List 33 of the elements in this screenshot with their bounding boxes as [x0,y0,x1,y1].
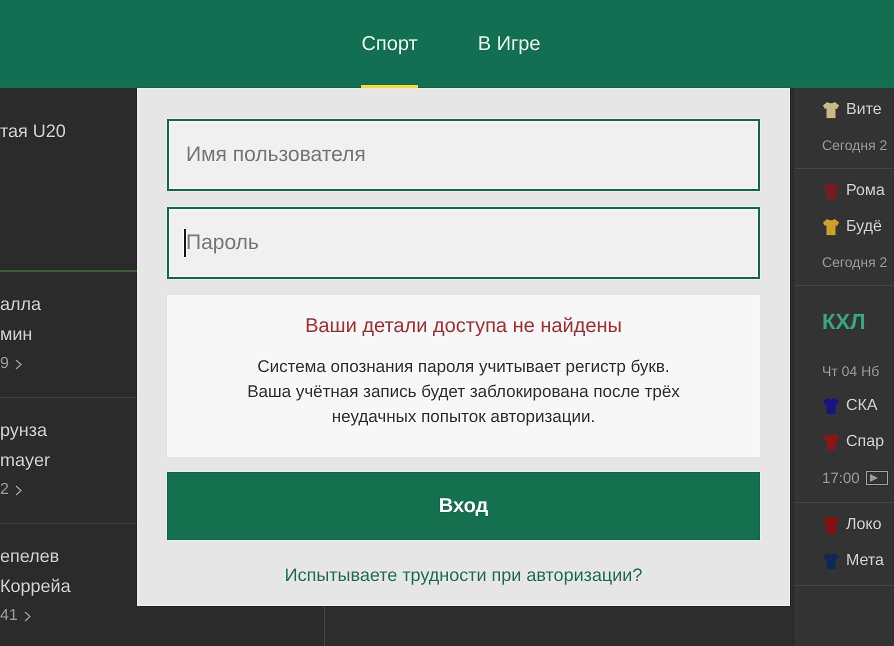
chevron-right-icon [14,484,22,496]
video-icon [866,471,888,485]
match-date: Чт 04 Нб [822,363,880,379]
chevron-right-icon [14,358,22,370]
error-title: Ваши детали доступа не найдены [305,315,622,338]
team-name: Вите [846,101,882,119]
market-count: 41 [0,607,18,625]
player-name: mayer [0,449,50,472]
league-title: КХЛ [822,309,866,335]
match-date: Сегодня 2 [822,137,888,153]
chevron-right-icon [24,610,31,622]
team-name: СКА [846,397,878,415]
error-message: Система опознания пароля учитывает регистр букв. Ваша учётная запись будет заблокирована после трёх неудачных попыток авторизации. [247,356,680,428]
password-field[interactable]: Пароль [167,207,760,279]
team-name: Будё [846,218,882,236]
nav-tab[interactable]: В Игре [478,0,541,88]
help-link[interactable]: Испытываете трудности при авторизации? [284,565,642,586]
player-name: епелев [0,545,60,568]
market-count: 2 [0,481,9,499]
player-name: тая U20 [0,120,66,143]
team-name: Локо [846,516,882,534]
market-count: 9 [0,355,9,373]
match-date: Сегодня 2 [822,254,888,270]
match-time: 17:00 [822,470,860,486]
team-name: Спар [846,433,884,451]
username-field[interactable]: Имя пользователя [167,119,760,191]
team-name: Рома [846,182,885,200]
player-name: алла [0,293,42,316]
player-name: рунза [0,419,48,442]
login-button[interactable]: Вход [167,472,760,540]
player-name: мин [0,323,32,346]
player-name: Коррейа [0,575,71,598]
team-name: Мета [846,552,884,570]
